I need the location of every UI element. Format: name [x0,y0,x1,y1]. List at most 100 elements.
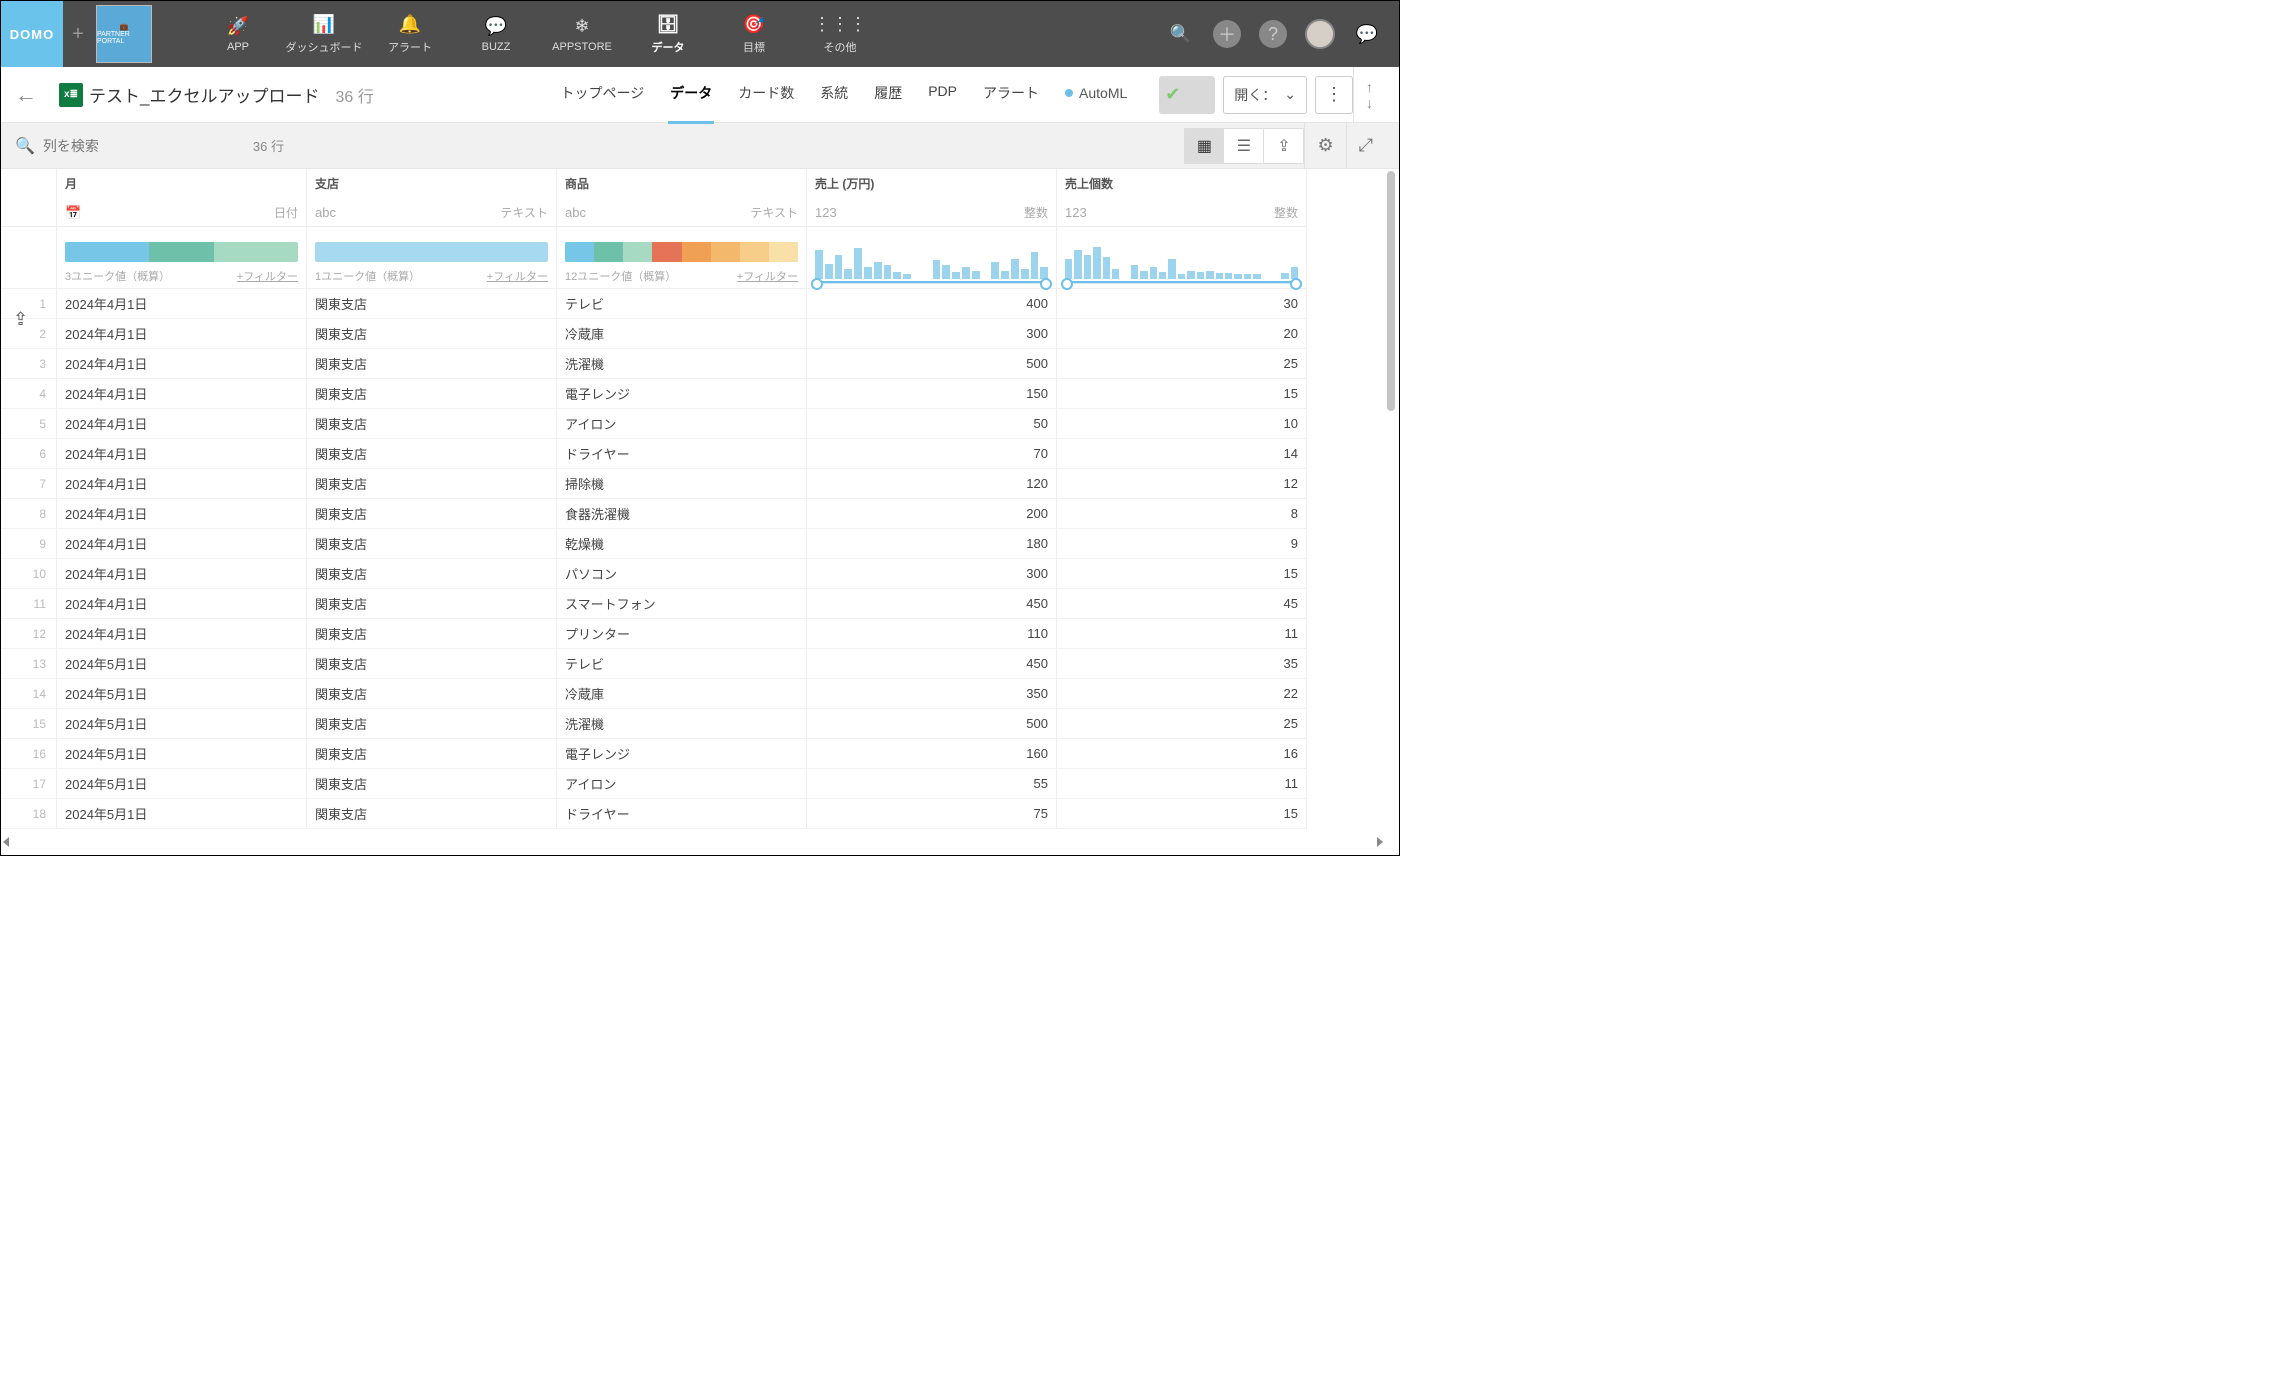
cell-qty[interactable]: 14 [1057,439,1307,469]
column-header-商品[interactable]: 商品 abcテキスト [557,169,807,227]
column-profile-商品[interactable]: 12ユニーク値（概算）+フィルター [557,227,807,289]
cell-sales[interactable]: 500 [807,349,1057,379]
horizontal-scrollbar[interactable] [1,837,1385,847]
cell-product[interactable]: 電子レンジ [557,739,807,769]
column-header-売上 (万円)[interactable]: 売上 (万円) 123整数 [807,169,1057,227]
avatar[interactable] [1305,19,1335,49]
row-number[interactable]: 14 [1,679,57,709]
search-icon[interactable]: 🔍 [1167,20,1195,48]
cell-qty[interactable]: 9 [1057,529,1307,559]
cell-qty[interactable]: 11 [1057,619,1307,649]
cell-qty[interactable]: 10 [1057,409,1307,439]
column-header-月[interactable]: 月 📅日付 [57,169,307,227]
cell-product[interactable]: 乾燥機 [557,529,807,559]
logo[interactable]: DOMO [1,1,63,67]
nav-item-ダッシュボード[interactable]: 📊ダッシュボード [281,1,367,67]
cell-sales[interactable]: 120 [807,469,1057,499]
column-header-支店[interactable]: 支店 abcテキスト [307,169,557,227]
cell-branch[interactable]: 関東支店 [307,619,557,649]
column-header-売上個数[interactable]: 売上個数 123整数 [1057,169,1307,227]
range-slider[interactable] [1065,281,1298,284]
back-arrow-icon[interactable]: ← [15,82,37,108]
row-number[interactable]: 8 [1,499,57,529]
cell-branch[interactable]: 関東支店 [307,589,557,619]
cell-branch[interactable]: 関東支店 [307,319,557,349]
cell-month[interactable]: 2024年4月1日 [57,619,307,649]
cell-branch[interactable]: 関東支店 [307,649,557,679]
nav-item-その他[interactable]: ⋮⋮⋮その他 [797,1,883,67]
cell-branch[interactable]: 関東支店 [307,469,557,499]
row-number[interactable]: 10 [1,559,57,589]
cell-product[interactable]: 冷蔵庫 [557,679,807,709]
add-tile-button[interactable]: + [63,1,93,67]
cell-qty[interactable]: 25 [1057,349,1307,379]
add-filter-link[interactable]: +フィルター [737,268,798,284]
cell-qty[interactable]: 12 [1057,469,1307,499]
expand-icon[interactable]: ⤢ [1359,135,1373,156]
add-filter-link[interactable]: +フィルター [237,268,298,284]
cell-product[interactable]: テレビ [557,649,807,679]
cell-qty[interactable]: 30 [1057,289,1307,319]
cell-branch[interactable]: 関東支店 [307,709,557,739]
row-number[interactable]: 15 [1,709,57,739]
cell-month[interactable]: 2024年5月1日 [57,769,307,799]
cell-qty[interactable]: 8 [1057,499,1307,529]
row-number[interactable]: 2 [1,319,57,349]
cell-month[interactable]: 2024年4月1日 [57,349,307,379]
nav-item-BUZZ[interactable]: 💬BUZZ [453,1,539,67]
nav-item-アラート[interactable]: 🔔アラート [367,1,453,67]
row-number[interactable]: 16 [1,739,57,769]
cell-qty[interactable]: 20 [1057,319,1307,349]
tab-データ[interactable]: データ [668,65,714,124]
nav-item-APPSTORE[interactable]: ❄APPSTORE [539,1,625,67]
cell-product[interactable]: アイロン [557,409,807,439]
nav-item-データ[interactable]: 🗄データ [625,1,711,67]
cell-sales[interactable]: 160 [807,739,1057,769]
cell-month[interactable]: 2024年4月1日 [57,469,307,499]
cell-branch[interactable]: 関東支店 [307,799,557,829]
more-menu-button[interactable]: ⋮ [1315,76,1353,114]
cell-month[interactable]: 2024年4月1日 [57,439,307,469]
row-number[interactable]: 5 [1,409,57,439]
cell-sales[interactable]: 300 [807,559,1057,589]
cell-sales[interactable]: 450 [807,649,1057,679]
cell-branch[interactable]: 関東支店 [307,289,557,319]
help-icon[interactable]: ? [1259,20,1287,48]
cell-qty[interactable]: 45 [1057,589,1307,619]
cell-sales[interactable]: 350 [807,679,1057,709]
tab-系統[interactable]: 系統 [818,65,850,124]
column-profile-月[interactable]: 3ユニーク値（概算）+フィルター [57,227,307,289]
cell-sales[interactable]: 110 [807,619,1057,649]
view-table-button[interactable]: ▦ [1184,128,1224,164]
cell-branch[interactable]: 関東支店 [307,439,557,469]
nav-item-目標[interactable]: 🎯目標 [711,1,797,67]
cell-product[interactable]: 洗濯機 [557,709,807,739]
cell-month[interactable]: 2024年4月1日 [57,529,307,559]
cell-branch[interactable]: 関東支店 [307,739,557,769]
cell-sales[interactable]: 55 [807,769,1057,799]
cell-qty[interactable]: 16 [1057,739,1307,769]
cell-month[interactable]: 2024年4月1日 [57,589,307,619]
cell-month[interactable]: 2024年5月1日 [57,679,307,709]
row-number[interactable]: 6 [1,439,57,469]
cell-month[interactable]: 2024年4月1日 [57,559,307,589]
sort-rail[interactable]: ↑ ↓ [1353,67,1385,123]
cell-sales[interactable]: 50 [807,409,1057,439]
cell-sales[interactable]: 70 [807,439,1057,469]
cell-branch[interactable]: 関東支店 [307,379,557,409]
cell-sales[interactable]: 75 [807,799,1057,829]
row-number[interactable]: 3 [1,349,57,379]
cell-product[interactable]: 掃除機 [557,469,807,499]
chat-icon[interactable]: 💬 [1353,20,1381,48]
cell-qty[interactable]: 22 [1057,679,1307,709]
column-profile-売上 (万円)[interactable] [807,227,1057,289]
settings-icon[interactable]: ⚙ [1317,135,1333,156]
tab-PDP[interactable]: PDP [926,65,959,124]
row-number[interactable]: 18 [1,799,57,829]
cell-sales[interactable]: 180 [807,529,1057,559]
cell-product[interactable]: ドライヤー [557,799,807,829]
row-number[interactable]: 17 [1,769,57,799]
vertical-scrollbar[interactable] [1385,169,1397,847]
cell-month[interactable]: 2024年5月1日 [57,739,307,769]
row-number[interactable]: 4 [1,379,57,409]
